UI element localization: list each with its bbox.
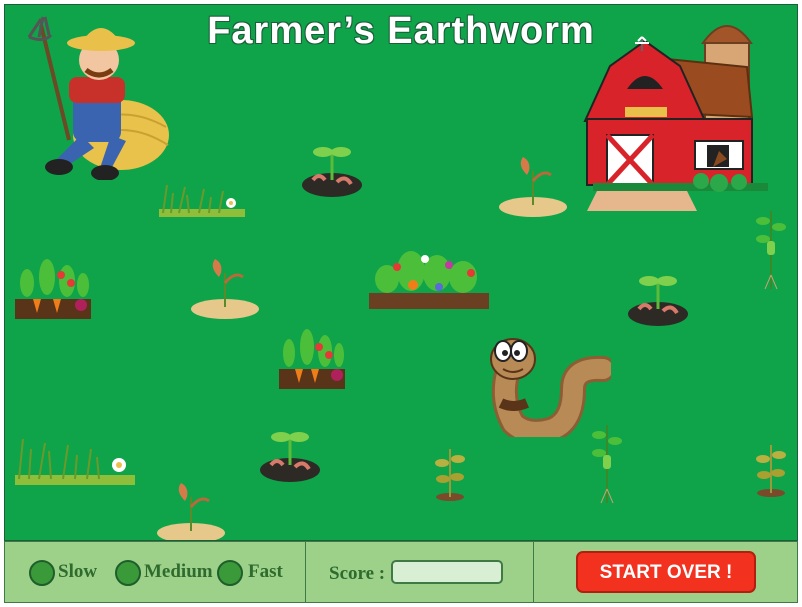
- start-over-button[interactable]: START OVER !: [576, 551, 756, 593]
- grass-tuft-icon: [15, 438, 135, 485]
- dry-seedling-icon: [157, 483, 225, 540]
- sprout-mound-icon: [628, 276, 688, 326]
- slow-radio[interactable]: [29, 560, 55, 586]
- game-title: Farmer’s Earthworm: [207, 10, 595, 52]
- score-label: Score :: [329, 563, 386, 584]
- wilted-plant-icon: [435, 449, 465, 501]
- game-field: [4, 4, 798, 541]
- wilted-plant-icon: [756, 445, 786, 497]
- score-display: [391, 560, 503, 584]
- fast-label[interactable]: Fast: [248, 561, 283, 583]
- dry-seedling-icon: [499, 157, 567, 217]
- healthy-plant-icon: [756, 211, 786, 290]
- control-panel: Slow Medium Fast Score : START OVER !: [4, 541, 798, 603]
- game-container: Farmer’s Earthworm Slow Medium Fast Scor…: [0, 0, 802, 607]
- flower-bed-icon: [369, 251, 489, 309]
- slow-label[interactable]: Slow: [58, 561, 97, 583]
- medium-label[interactable]: Medium: [144, 561, 213, 583]
- panel-divider: [305, 542, 306, 602]
- panel-divider: [533, 542, 534, 602]
- sprout-mound-icon: [260, 432, 320, 482]
- dry-seedling-icon: [191, 259, 259, 319]
- vegetable-bed-icon: [15, 259, 91, 319]
- vegetable-bed-icon: [279, 329, 345, 389]
- medium-radio[interactable]: [115, 560, 141, 586]
- grass-tuft-icon: [159, 184, 245, 217]
- healthy-plant-icon: [592, 425, 622, 504]
- sprout-mound-icon: [302, 147, 362, 197]
- fast-radio[interactable]: [217, 560, 243, 586]
